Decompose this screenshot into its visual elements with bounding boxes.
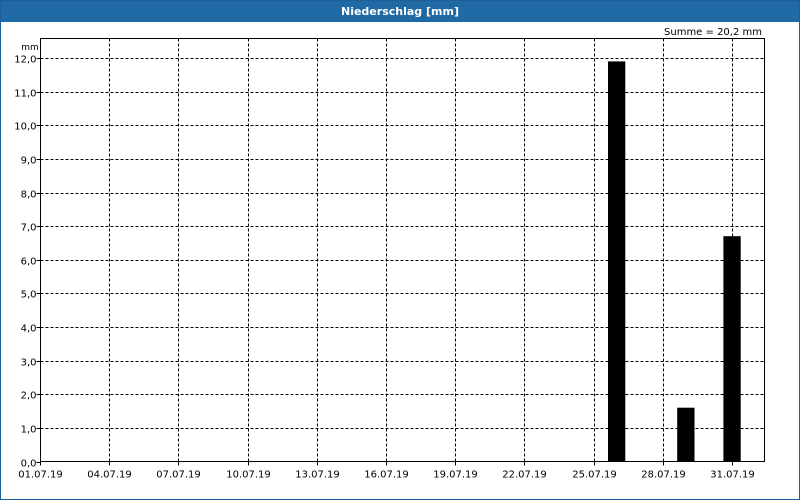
x-axis: 01.07.19 04.07.19 07.07.19 10.07.19 13.07.19… (18, 461, 755, 481)
x-tick-label: 13.07.19 (295, 470, 340, 481)
precipitation-chart: mm 0,0 1,0 2,0 3,0 4,0 5,0 6,0 7,0 8,0 9,0 10,0 11,… (14, 38, 765, 481)
x-tick-label: 19.07.19 (433, 470, 478, 481)
y-unit-label: mm (21, 43, 39, 53)
y-tick-label: 12,0 (14, 55, 36, 66)
y-tick-label: 4,0 (21, 324, 37, 335)
y-tick-label: 1,0 (21, 425, 37, 436)
plot-frame (40, 38, 765, 462)
y-tick-label: 3,0 (21, 358, 37, 369)
bar (723, 236, 741, 462)
y-axis: 0,0 1,0 2,0 3,0 4,0 5,0 6,0 7,0 8,0 9,0 10,0 11,0 12… (14, 55, 41, 470)
y-tick-label: 6,0 (21, 257, 37, 268)
bar (677, 407, 695, 462)
bar (608, 61, 626, 462)
bars (608, 61, 741, 462)
y-tick-label: 5,0 (21, 290, 37, 301)
x-tick-label: 07.07.19 (156, 470, 201, 481)
x-tick-label: 31.07.19 (710, 470, 755, 481)
y-tick-label: 7,0 (21, 223, 37, 234)
y-tick-label: 2,0 (21, 391, 37, 402)
x-tick-label: 01.07.19 (18, 470, 63, 481)
y-tick-label: 9,0 (21, 156, 37, 167)
x-tick-label: 16.07.19 (364, 470, 409, 481)
grid (40, 38, 765, 462)
x-tick-label: 10.07.19 (226, 470, 271, 481)
y-tick-label: 0,0 (21, 459, 37, 470)
y-tick-label: 11,0 (14, 89, 36, 100)
x-tick-label: 28.07.19 (641, 470, 686, 481)
y-tick-label: 10,0 (14, 122, 36, 133)
x-tick-label: 22.07.19 (502, 470, 547, 481)
y-tick-label: 8,0 (21, 190, 37, 201)
x-tick-label: 04.07.19 (87, 470, 132, 481)
x-tick-label: 25.07.19 (572, 470, 617, 481)
